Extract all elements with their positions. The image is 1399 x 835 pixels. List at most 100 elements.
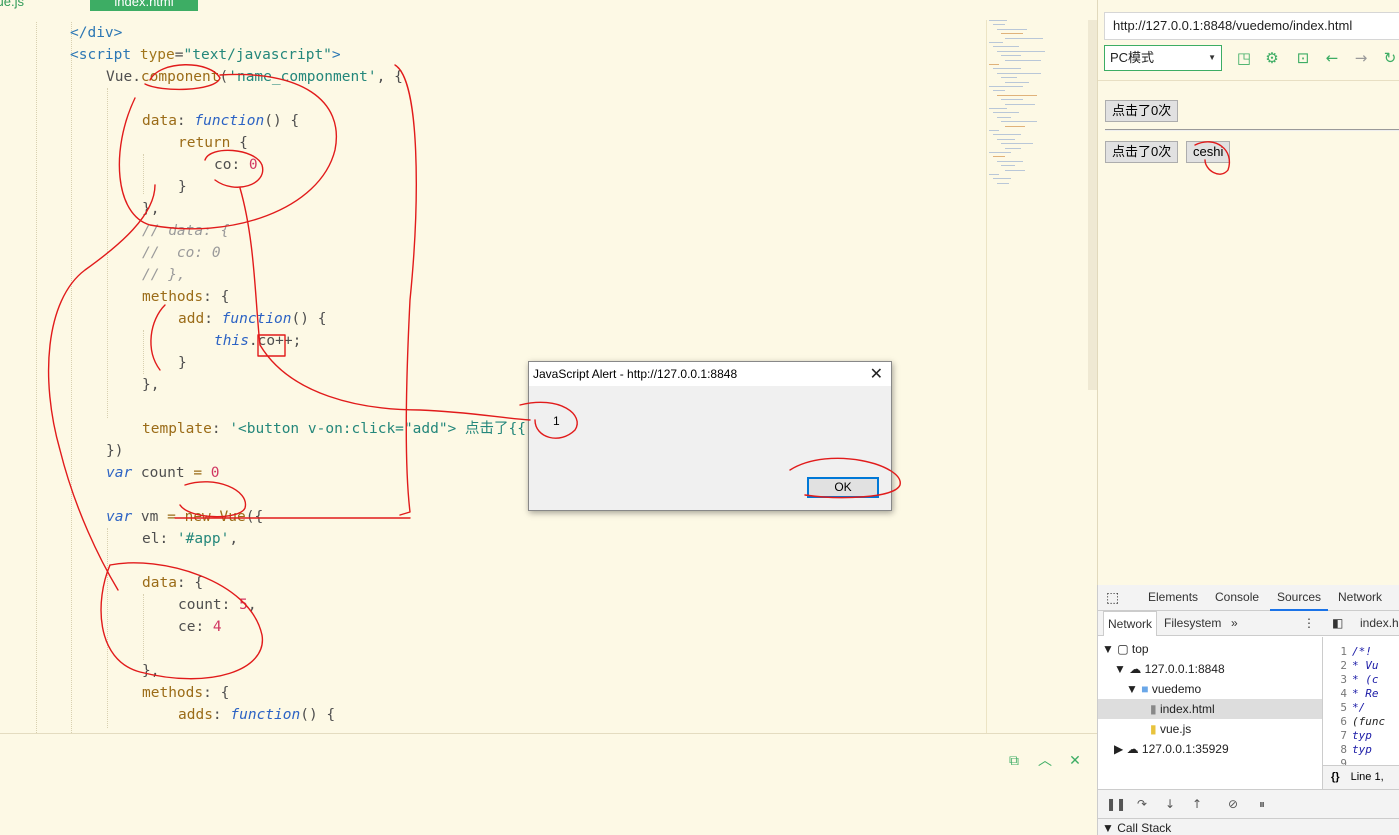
code-token: add [178, 311, 205, 327]
code-line[interactable]: }, [0, 198, 985, 220]
open-external-icon[interactable]: ◳ [1234, 48, 1254, 68]
settings-icon[interactable]: ⚙ [1262, 48, 1282, 68]
minimap-line [993, 134, 1021, 136]
minimap-line [993, 24, 1005, 26]
counter-button-top[interactable]: 点击了0次 [1105, 100, 1179, 122]
code-line[interactable]: </div> [0, 22, 985, 44]
minimap-line [997, 50, 1045, 52]
code-line[interactable]: Vue.component('name_componment', { [0, 66, 985, 88]
back-arrow-icon[interactable]: ← [1322, 48, 1342, 68]
code-token: }, [142, 201, 160, 217]
subtab-network[interactable]: Network [1103, 611, 1158, 636]
code-line[interactable]: count: 5, [0, 594, 985, 616]
minimap-line [989, 20, 1007, 21]
mode-select-value: PC模式 [1110, 50, 1155, 65]
tree-top[interactable]: ▼ ▢ top [1102, 639, 1149, 659]
minimap-line [989, 130, 999, 131]
url-bar[interactable]: http://127.0.0.1:8848/vuedemo/index.html [1104, 12, 1399, 40]
code-line[interactable]: el: '#app', [0, 528, 985, 550]
code-line[interactable]: // }, [0, 264, 985, 286]
toggle-navigator-icon[interactable]: ◧ [1332, 611, 1343, 636]
code-token: = [193, 465, 203, 481]
code-token: : [204, 311, 222, 327]
cloud-icon: ☁ [1129, 662, 1145, 676]
open-file-tab[interactable]: index.h [1360, 611, 1399, 636]
tab-elements[interactable]: Elements [1148, 585, 1198, 611]
step-into-icon[interactable]: ↓ [1162, 796, 1178, 812]
minimap-line [997, 182, 1009, 184]
pretty-print-icon[interactable]: {} [1323, 771, 1348, 783]
code-line[interactable] [0, 550, 985, 572]
code-token: , { [376, 69, 403, 85]
inspect-icon[interactable]: ⬚ [1106, 585, 1119, 611]
chevron-up-icon[interactable]: ︿ [1036, 752, 1054, 770]
tab-index-html[interactable]: index.html [90, 0, 198, 11]
forward-arrow-icon[interactable]: → [1351, 48, 1371, 68]
tab-sources[interactable]: Sources [1270, 585, 1329, 611]
subtab-filesystem[interactable]: Filesystem [1164, 611, 1221, 636]
code-line[interactable]: methods: { [0, 682, 985, 704]
code-line[interactable]: } [0, 176, 985, 198]
more-tabs-icon[interactable]: » [1231, 611, 1238, 636]
ceshi-button[interactable]: ceshi [1186, 141, 1231, 163]
tab-vue-js[interactable]: vue.js [0, 0, 32, 11]
code-token: : [212, 707, 231, 723]
code-line[interactable]: }, [0, 660, 985, 682]
minimap-line [1005, 37, 1043, 39]
tree-file-vue[interactable]: ▮ vue.js [1150, 719, 1191, 739]
code-token: 0 [248, 157, 258, 173]
clear-icon[interactable]: ✕ [1066, 752, 1084, 770]
code-line[interactable] [0, 88, 985, 110]
code-line[interactable]: co: 0 [0, 154, 985, 176]
source-line-code: * (c [1352, 673, 1379, 686]
code-line[interactable]: // data: { [0, 220, 985, 242]
code-line[interactable]: methods: { [0, 286, 985, 308]
more-options-icon[interactable]: ⋮ [1303, 611, 1315, 636]
ok-button[interactable]: OK [807, 477, 879, 498]
pause-icon[interactable]: ❚❚ [1106, 796, 1126, 812]
counter-button-bottom[interactable]: 点击了0次 [1105, 141, 1179, 163]
tree-top-label: top [1131, 642, 1149, 656]
mode-select[interactable]: PC模式 ▼ [1104, 45, 1222, 71]
minimap-line [993, 68, 1021, 70]
code-line[interactable]: <script type="text/javascript"> [0, 44, 985, 66]
code-line[interactable]: this.co++; [0, 330, 985, 352]
call-stack-header[interactable]: ▼ Call Stack [1098, 819, 1399, 835]
minimap-line [989, 64, 999, 65]
tree-folder[interactable]: ▼ ■ vuedemo [1126, 679, 1201, 699]
tree-origin-label: 127.0.0.1:8848 [1144, 662, 1225, 676]
close-icon[interactable]: ✕ [870, 362, 883, 386]
tree-file-index[interactable]: ▮ index.html [1098, 699, 1322, 719]
code-line[interactable]: adds: function() { [0, 704, 985, 726]
pause-on-exceptions-icon[interactable]: ⏸ [1254, 796, 1270, 812]
step-over-icon[interactable]: ↷ [1134, 796, 1150, 812]
code-token: > [331, 47, 341, 63]
code-line[interactable]: add: function() { [0, 308, 985, 330]
code-token: ( [219, 69, 229, 85]
code-token: , [229, 531, 239, 547]
minimap[interactable] [987, 20, 1087, 195]
toolbar-divider [1098, 80, 1399, 81]
minimap-line [1005, 125, 1025, 127]
tree-origin2[interactable]: ▶ ☁ 127.0.0.1:35929 [1114, 739, 1229, 759]
refresh-icon[interactable]: ↻ [1380, 48, 1399, 68]
step-out-icon[interactable]: ↑ [1189, 796, 1205, 812]
editor-scrollbar[interactable] [1088, 20, 1097, 390]
code-line[interactable]: data: function() { [0, 110, 985, 132]
code-token: ({ [245, 509, 264, 525]
code-line[interactable]: ce: 4 [0, 616, 985, 638]
code-line[interactable]: // co: 0 [0, 242, 985, 264]
tab-network[interactable]: Network [1338, 585, 1382, 611]
terminal-icon[interactable]: ⊡ [1293, 48, 1313, 68]
minimap-line [1001, 77, 1017, 79]
code-line[interactable]: return { [0, 132, 985, 154]
code-line[interactable]: data: { [0, 572, 985, 594]
code-line[interactable] [0, 638, 985, 660]
devtools-tab-bar: ⬚ Elements Console Sources Network [1098, 585, 1399, 611]
tree-origin[interactable]: ▼ ☁ 127.0.0.1:8848 [1114, 659, 1225, 679]
code-token: data [142, 113, 177, 129]
deactivate-breakpoints-icon[interactable]: ⊘ [1225, 796, 1241, 812]
code-token: () { [291, 311, 327, 327]
open-in-new-icon[interactable]: ⧉ [1005, 752, 1023, 770]
tab-console[interactable]: Console [1215, 585, 1259, 611]
